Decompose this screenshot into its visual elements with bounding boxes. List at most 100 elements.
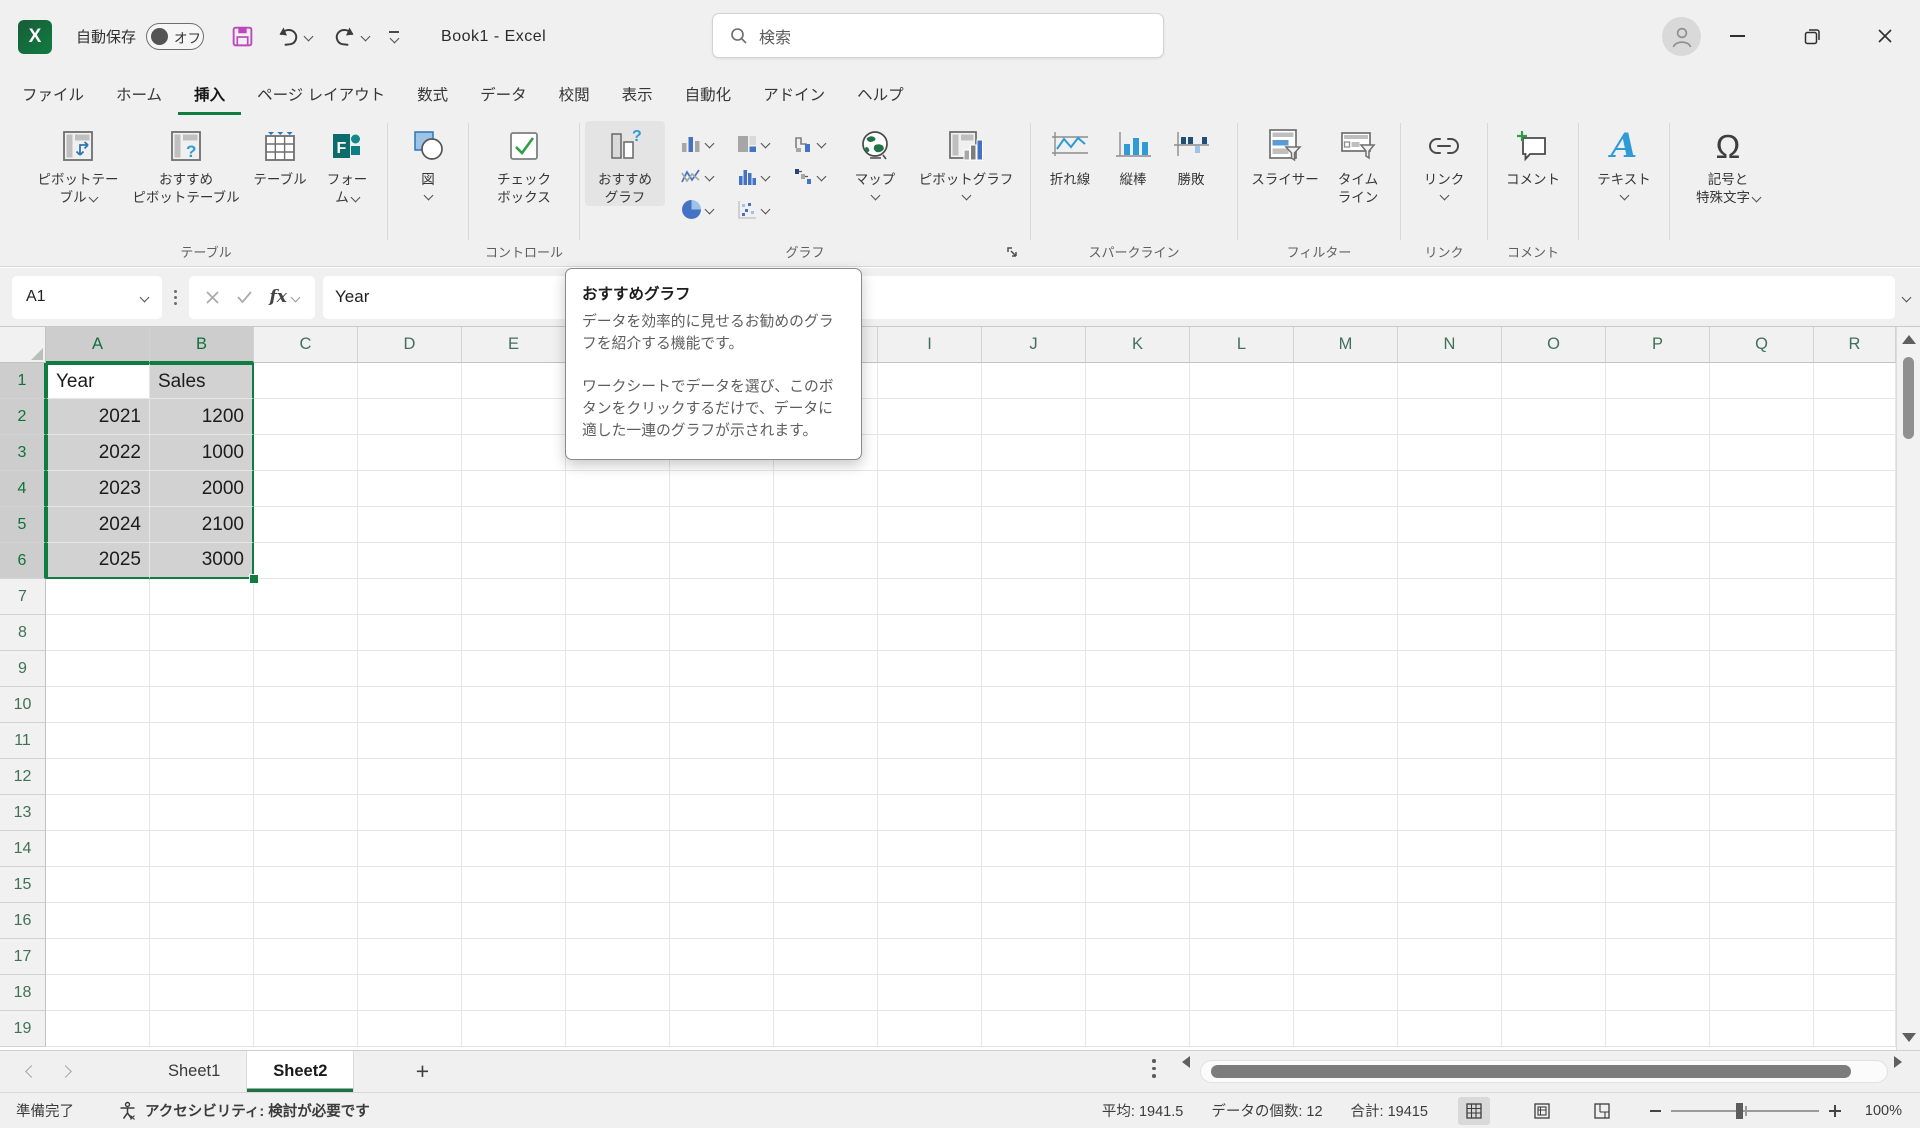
new-comment-button[interactable]: コメント xyxy=(1499,121,1567,189)
cell-I11[interactable] xyxy=(878,723,982,759)
cell-A12[interactable] xyxy=(46,759,150,795)
tab-file[interactable]: ファイル xyxy=(6,73,100,115)
cell-Q19[interactable] xyxy=(1710,1011,1814,1047)
cell-D5[interactable] xyxy=(358,507,462,543)
cell-H18[interactable] xyxy=(774,975,878,1011)
row-header-11[interactable]: 11 xyxy=(0,723,46,759)
cell-A11[interactable] xyxy=(46,723,150,759)
add-sheet-button[interactable]: + xyxy=(394,1051,450,1092)
cell-A17[interactable] xyxy=(46,939,150,975)
cell-J18[interactable] xyxy=(982,975,1086,1011)
cell-R18[interactable] xyxy=(1814,975,1896,1011)
cell-J13[interactable] xyxy=(982,795,1086,831)
cell-J5[interactable] xyxy=(982,507,1086,543)
row-header-15[interactable]: 15 xyxy=(0,867,46,903)
tab-help[interactable]: ヘルプ xyxy=(841,73,920,115)
link-button[interactable]: リンク xyxy=(1412,121,1476,199)
row-header-4[interactable]: 4 xyxy=(0,471,46,507)
cell-M11[interactable] xyxy=(1294,723,1398,759)
cell-O9[interactable] xyxy=(1502,651,1606,687)
recommended-pivottables-button[interactable]: ? おすすめピボットテーブル xyxy=(126,121,246,206)
horizontal-scroll-thumb[interactable] xyxy=(1211,1065,1851,1078)
cell-H12[interactable] xyxy=(774,759,878,795)
cell-N10[interactable] xyxy=(1398,687,1502,723)
sheet-nav-next-button[interactable] xyxy=(48,1051,82,1092)
cell-I15[interactable] xyxy=(878,867,982,903)
cell-I4[interactable] xyxy=(878,471,982,507)
cell-A7[interactable] xyxy=(46,579,150,615)
cell-C15[interactable] xyxy=(254,867,358,903)
maps-button[interactable]: マップ xyxy=(843,121,907,199)
cell-K14[interactable] xyxy=(1086,831,1190,867)
cell-I6[interactable] xyxy=(878,543,982,579)
cell-G18[interactable] xyxy=(670,975,774,1011)
horizontal-scrollbar[interactable] xyxy=(1200,1060,1888,1083)
cell-K5[interactable] xyxy=(1086,507,1190,543)
cell-G6[interactable] xyxy=(670,543,774,579)
cell-E13[interactable] xyxy=(462,795,566,831)
cell-L3[interactable] xyxy=(1190,435,1294,471)
cell-A5[interactable]: 2024 xyxy=(46,507,150,543)
cell-N18[interactable] xyxy=(1398,975,1502,1011)
cell-E1[interactable] xyxy=(462,363,566,399)
cell-H8[interactable] xyxy=(774,615,878,651)
cell-C17[interactable] xyxy=(254,939,358,975)
cell-H7[interactable] xyxy=(774,579,878,615)
cell-Q7[interactable] xyxy=(1710,579,1814,615)
cell-E15[interactable] xyxy=(462,867,566,903)
cell-G4[interactable] xyxy=(670,471,774,507)
cell-P3[interactable] xyxy=(1606,435,1710,471)
select-all-corner[interactable] xyxy=(0,327,46,363)
tab-page-layout[interactable]: ページ レイアウト xyxy=(241,73,401,115)
column-header-N[interactable]: N xyxy=(1398,327,1502,363)
cell-N9[interactable] xyxy=(1398,651,1502,687)
cell-R16[interactable] xyxy=(1814,903,1896,939)
cell-P1[interactable] xyxy=(1606,363,1710,399)
cell-H13[interactable] xyxy=(774,795,878,831)
cell-M15[interactable] xyxy=(1294,867,1398,903)
cell-B4[interactable]: 2000 xyxy=(150,471,254,507)
tab-view[interactable]: 表示 xyxy=(606,73,669,115)
accessibility-status[interactable]: アクセシビリティ: 検討が必要です xyxy=(118,1100,370,1121)
cell-L19[interactable] xyxy=(1190,1011,1294,1047)
cell-L6[interactable] xyxy=(1190,543,1294,579)
cell-M6[interactable] xyxy=(1294,543,1398,579)
cell-I2[interactable] xyxy=(878,399,982,435)
cell-D9[interactable] xyxy=(358,651,462,687)
line-chart-button[interactable] xyxy=(669,160,725,193)
cell-A18[interactable] xyxy=(46,975,150,1011)
cell-D17[interactable] xyxy=(358,939,462,975)
cell-O12[interactable] xyxy=(1502,759,1606,795)
cell-R10[interactable] xyxy=(1814,687,1896,723)
cell-F5[interactable] xyxy=(566,507,670,543)
cell-G12[interactable] xyxy=(670,759,774,795)
cell-M8[interactable] xyxy=(1294,615,1398,651)
cell-F17[interactable] xyxy=(566,939,670,975)
cell-I12[interactable] xyxy=(878,759,982,795)
cell-F9[interactable] xyxy=(566,651,670,687)
scroll-up-arrow-icon[interactable] xyxy=(1902,335,1916,344)
cell-J2[interactable] xyxy=(982,399,1086,435)
cell-G7[interactable] xyxy=(670,579,774,615)
cell-R13[interactable] xyxy=(1814,795,1896,831)
cell-K17[interactable] xyxy=(1086,939,1190,975)
cell-E11[interactable] xyxy=(462,723,566,759)
cell-D1[interactable] xyxy=(358,363,462,399)
cell-A1[interactable]: Year xyxy=(46,363,150,399)
cell-D15[interactable] xyxy=(358,867,462,903)
cell-C9[interactable] xyxy=(254,651,358,687)
cell-R14[interactable] xyxy=(1814,831,1896,867)
hierarchy-chart-button[interactable] xyxy=(781,127,837,160)
cell-G9[interactable] xyxy=(670,651,774,687)
cell-K8[interactable] xyxy=(1086,615,1190,651)
tab-data[interactable]: データ xyxy=(464,73,543,115)
cell-Q16[interactable] xyxy=(1710,903,1814,939)
cell-L7[interactable] xyxy=(1190,579,1294,615)
cell-P16[interactable] xyxy=(1606,903,1710,939)
cell-D4[interactable] xyxy=(358,471,462,507)
cell-N1[interactable] xyxy=(1398,363,1502,399)
cell-G14[interactable] xyxy=(670,831,774,867)
row-header-5[interactable]: 5 xyxy=(0,507,46,543)
search-box[interactable]: 検索 xyxy=(712,13,1164,58)
minimize-button[interactable] xyxy=(1714,14,1760,58)
